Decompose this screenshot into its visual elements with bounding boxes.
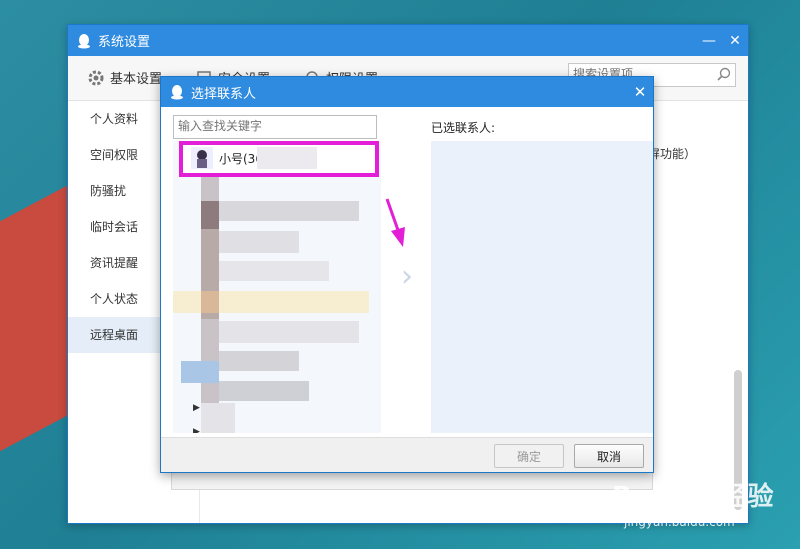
blurred-entry — [201, 403, 235, 433]
dialog-titlebar: 选择联系人 ✕ — [161, 77, 653, 107]
blurred-entry — [219, 261, 329, 281]
blurred-entry — [219, 381, 309, 401]
blurred-entry — [219, 321, 359, 343]
contact-search-box — [173, 115, 377, 139]
baidu-watermark: Bai du 经验 jingyan.baidu.com — [612, 476, 775, 529]
selected-contacts-panel[interactable] — [431, 141, 653, 433]
baidu-logo-text: Bai du 经验 — [612, 482, 775, 512]
blurred-entry — [201, 201, 219, 229]
select-contact-dialog: 选择联系人 ✕ 小号(36 ▶ ▶ — [160, 76, 654, 473]
blurred-entry — [181, 361, 219, 383]
minimize-button[interactable]: — — [696, 29, 722, 53]
dialog-footer: 确定 取消 — [161, 437, 653, 472]
group-expand-icon[interactable]: ▶ — [193, 403, 200, 413]
dialog-close-button[interactable]: ✕ — [627, 83, 653, 101]
blurred-entry — [219, 351, 299, 371]
group-expand-icon[interactable]: ▶ — [193, 427, 200, 433]
tab-basic-settings[interactable]: 基本设置 — [88, 68, 162, 87]
confirm-button[interactable]: 确定 — [494, 444, 564, 468]
blurred-entry — [219, 201, 359, 221]
blurred-entry — [201, 291, 219, 313]
highlight-annotation — [179, 141, 379, 177]
contact-list[interactable]: 小号(36 ▶ ▶ — [173, 141, 381, 433]
move-right-chevron-icon[interactable]: › — [401, 259, 413, 294]
qq-penguin-icon — [171, 85, 183, 100]
tab-basic-label: 基本设置 — [110, 72, 163, 87]
arrow-annotation-icon — [385, 198, 405, 247]
gear-icon — [88, 70, 104, 85]
outer-window-title: 系统设置 — [98, 35, 151, 50]
contact-search-input[interactable] — [174, 116, 376, 136]
setting-description: 屏功能） — [648, 147, 697, 161]
dialog-title: 选择联系人 — [191, 86, 257, 102]
blurred-entry — [219, 231, 299, 253]
close-button[interactable]: ✕ — [722, 29, 748, 53]
qq-penguin-icon — [78, 33, 90, 48]
cancel-button[interactable]: 取消 — [574, 444, 644, 468]
outer-titlebar: 系统设置 — ✕ — [68, 25, 748, 56]
baidu-url: jingyan.baidu.com — [624, 515, 735, 529]
selected-contacts-label: 已选联系人: — [431, 121, 496, 135]
search-icon[interactable] — [717, 67, 731, 81]
